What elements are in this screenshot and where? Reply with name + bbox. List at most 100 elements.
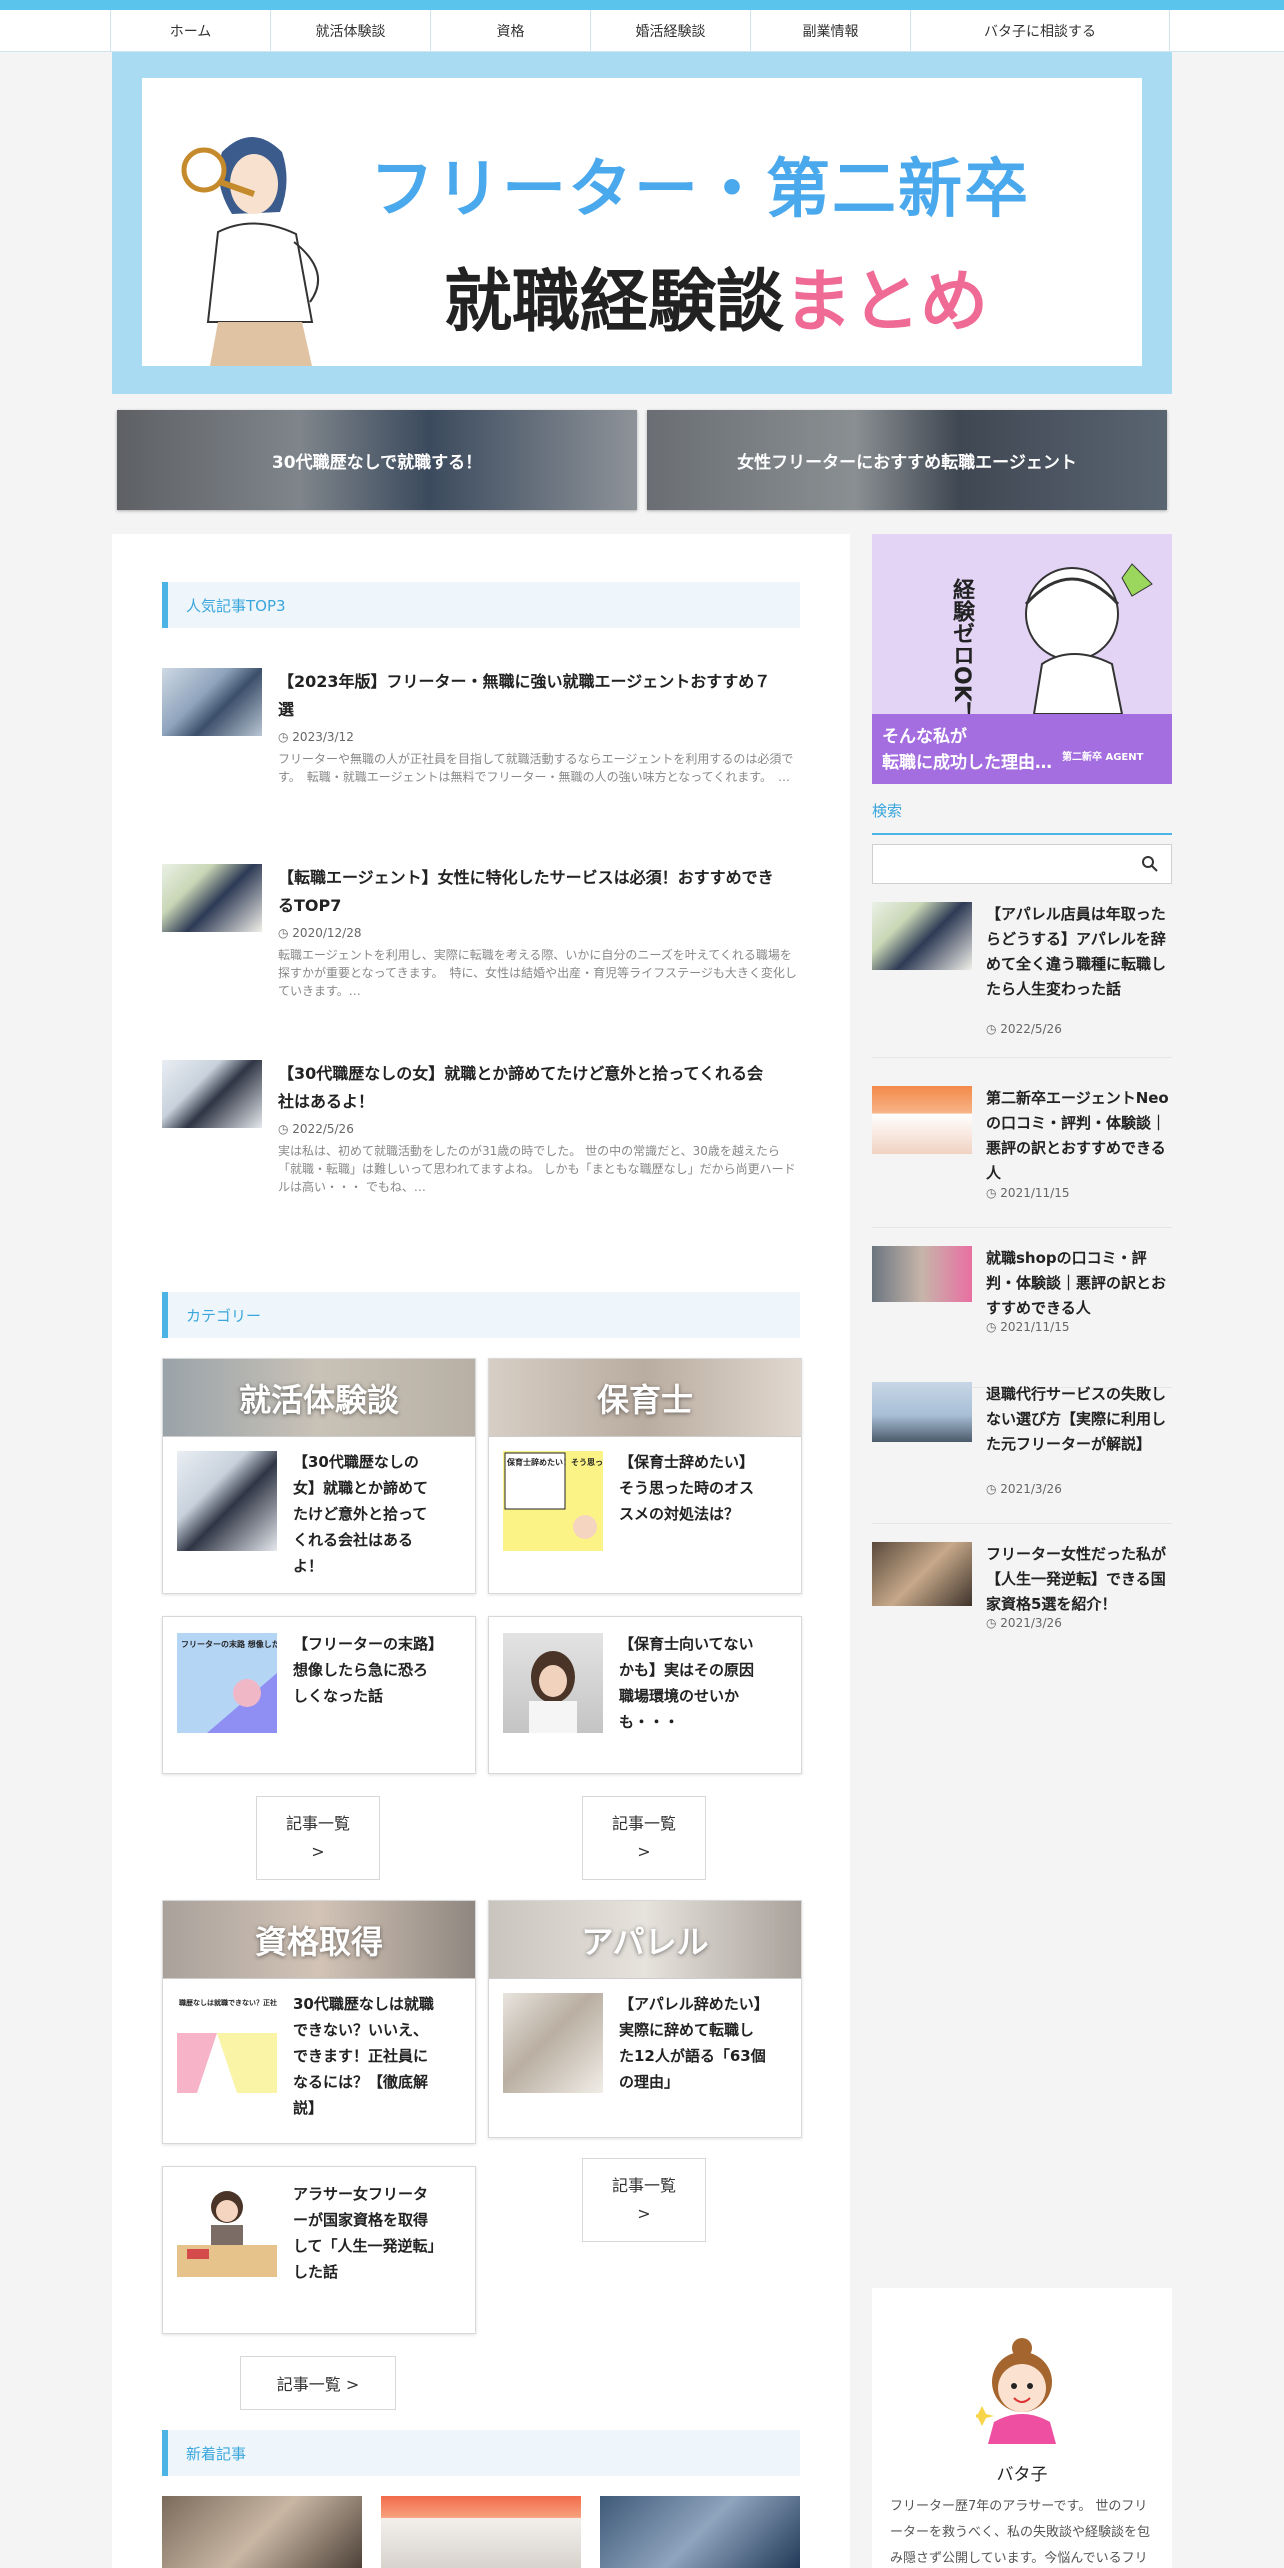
hero-inner: フリーター・第二新卒 就職経験談まとめ bbox=[142, 78, 1142, 366]
article-title[interactable]: 【アパレル辞めたい】実際に辞めて転職した12人が語る「63個の理由」 bbox=[619, 1991, 767, 2095]
article-title[interactable]: 【保育士向いてないかも】実はその原因職場環境のせいかも・・・ bbox=[619, 1631, 767, 1735]
new-articles-section-heading: 新着記事 bbox=[162, 2430, 800, 2476]
clock-icon: ◷ bbox=[986, 1482, 1001, 1496]
new-article-thumbnail-3[interactable] bbox=[600, 2496, 800, 2568]
more-articles-button[interactable]: 記事一覧 > bbox=[582, 2158, 706, 2242]
article-thumbnail[interactable] bbox=[503, 1993, 603, 2093]
category-card-nursery[interactable]: 保育士 保育士辞めたい！そう思った時のオススメの対処法は？ 【保育士辞めたい】そ… bbox=[488, 1358, 802, 1594]
main-content: 人気記事TOP3 【2023年版】フリーター・無職に強い就職エージェントおすすめ… bbox=[112, 534, 850, 2568]
nav-item-job-experience[interactable]: 就活体験談 bbox=[270, 10, 430, 52]
category-header[interactable]: アパレル bbox=[489, 1901, 801, 1979]
popular-article-3[interactable]: 【30代職歴なしの女】就職とか諦めてたけど意外と拾ってくれる会社はあるよ！ ◷ … bbox=[162, 1060, 802, 1200]
category-card-job-experience[interactable]: 就活体験談 【30代職歴なしの女】就職とか諦めてたけど意外と拾ってくれる会社はあ… bbox=[162, 1358, 476, 1594]
search-input[interactable] bbox=[879, 851, 1119, 877]
svg-text:職歴なしは就職できない？正社員になるには？: 職歴なしは就職できない？正社員になるには？ bbox=[179, 1998, 277, 2007]
bata-ko-avatar bbox=[976, 2338, 1056, 2444]
qualification-thumbnail-art: 職歴なしは就職できない？正社員になるには？ bbox=[177, 1998, 326, 2093]
article-excerpt: フリーターや無職の人が正社員を目指して就職活動するならエージェントを利用するのは… bbox=[278, 752, 794, 784]
sidebar-ad-banner[interactable]: 経験ゼロOK！ そんな私が 転職に成功した理由… 第二新卒 AGENT bbox=[872, 534, 1172, 784]
article-thumbnail[interactable] bbox=[872, 1086, 972, 1154]
article-title[interactable]: 【30代職歴なしの女】就職とか諦めてたけど意外と拾ってくれる会社はあるよ！ bbox=[278, 1060, 778, 1116]
global-nav: ホーム 就活体験談 資格 婚活経験談 副業情報 バタ子に相談する bbox=[0, 10, 1284, 52]
clock-icon: ◷ bbox=[986, 1616, 1001, 1630]
nav-item-home[interactable]: ホーム bbox=[110, 10, 270, 52]
article-thumbnail[interactable] bbox=[503, 1633, 603, 1733]
article-thumbnail[interactable] bbox=[872, 902, 972, 970]
hero-title-line1: フリーター・第二新卒 bbox=[370, 153, 1030, 227]
nav-item-marriage[interactable]: 婚活経験談 bbox=[590, 10, 750, 52]
clock-icon: ◷ bbox=[986, 1022, 1001, 1036]
category-card-apparel[interactable]: アパレル 【アパレル辞めたい】実際に辞めて転職した12人が語る「63個の理由」 bbox=[488, 1900, 802, 2138]
thinking-woman-illustration bbox=[1024, 563, 1153, 714]
article-thumbnail[interactable]: フリーターの末路 想像したら急に恐ろしくなった話 bbox=[177, 1633, 368, 1733]
article-excerpt: 転職エージェントを利用し、実際に転職を考える際、いかに自分のニーズを叶えてくれる… bbox=[278, 948, 797, 998]
article-date: ◷ 2022/5/26 bbox=[278, 1122, 354, 1136]
article-date: ◷ 2021/3/26 bbox=[986, 1616, 1062, 1630]
new-article-thumbnail-2[interactable] bbox=[381, 2496, 581, 2568]
article-title[interactable]: 30代職歴なしは就職できない？いいえ、できます！正社員になるには？【徹底解説】 bbox=[293, 1991, 441, 2121]
article-title[interactable]: 第二新卒エージェントNeoの口コミ・評判・体験談｜悪評の訳とおすすめできる人 bbox=[986, 1086, 1172, 1186]
clock-icon: ◷ bbox=[278, 1122, 293, 1136]
article-thumbnail[interactable] bbox=[162, 864, 262, 932]
article-title[interactable]: 退職代行サービスの失敗しない選び方【実際に利用した元フリーターが解説】 bbox=[986, 1382, 1172, 1457]
article-title[interactable]: 【アパレル店員は年取ったらどうする】アパレルを辞めて全く違う職種に転職したら人生… bbox=[986, 902, 1172, 1002]
article-thumbnail[interactable] bbox=[872, 1542, 972, 1606]
nav-item-side-job[interactable]: 副業情報 bbox=[750, 10, 910, 52]
category-article-card[interactable]: フリーターの末路 想像したら急に恐ろしくなった話 【フリーターの末路】想像したら… bbox=[162, 1616, 476, 1774]
woman-with-magnifier-illustration bbox=[181, 137, 319, 366]
sidebar-article[interactable]: 就職shopの口コミ・評判・体験談｜悪評の訳とおすすめできる人 ◷ 2021/1… bbox=[872, 1246, 1172, 1388]
article-thumbnail[interactable] bbox=[872, 1246, 972, 1302]
article-thumbnail[interactable] bbox=[872, 1382, 972, 1442]
article-date: ◷ 2023/3/12 bbox=[278, 730, 354, 744]
new-article-thumbnail-1[interactable] bbox=[162, 2496, 362, 2568]
clock-icon: ◷ bbox=[986, 1320, 1001, 1334]
article-thumbnail[interactable]: 職歴なしは就職できない？正社員になるには？ bbox=[177, 1993, 326, 2093]
article-title[interactable]: アラサー女フリーターが国家資格を取得して「人生一発逆転」した話 bbox=[293, 2181, 441, 2285]
profile-name: バタ子 bbox=[996, 2465, 1048, 2485]
popular-article-2[interactable]: 【転職エージェント】女性に特化したサービスは必須！おすすめできるTOP7 ◷ 2… bbox=[162, 864, 802, 1004]
category-section-heading: カテゴリー bbox=[162, 1292, 800, 1338]
category-card-qualification[interactable]: 資格取得 職歴なしは就職できない？正社員になるには？ 30代職歴なしは就職できな… bbox=[162, 1900, 476, 2144]
article-title[interactable]: フリーター女性だった私が【人生一発逆転】できる国家資格5選を紹介！ bbox=[986, 1542, 1172, 1617]
svg-text:フリーターの末路 想像したら急に恐ろしくなった話: フリーターの末路 想像したら急に恐ろしくなった話 bbox=[181, 1639, 277, 1649]
popular-article-1[interactable]: 【2023年版】フリーター・無職に強い就職エージェントおすすめ７選 ◷ 2023… bbox=[162, 668, 802, 808]
article-title[interactable]: 【保育士辞めたい】そう思った時のオススメの対処法は？ bbox=[619, 1449, 767, 1527]
article-thumbnail[interactable] bbox=[177, 1451, 277, 1551]
article-thumbnail[interactable] bbox=[162, 1060, 262, 1128]
search-icon[interactable] bbox=[1141, 855, 1159, 873]
category-header[interactable]: 保育士 bbox=[489, 1359, 801, 1437]
article-title[interactable]: 【30代職歴なしの女】就職とか諦めてたけど意外と拾ってくれる会社はあるよ！ bbox=[293, 1449, 441, 1579]
more-articles-button[interactable]: 記事一覧 > bbox=[582, 1796, 706, 1880]
category-header[interactable]: 就活体験談 bbox=[163, 1359, 475, 1437]
category-header[interactable]: 資格取得 bbox=[163, 1901, 475, 1979]
article-title[interactable]: 【フリーターの末路】想像したら急に恐ろしくなった話 bbox=[293, 1631, 441, 1709]
feature-banner-30s-no-career[interactable]: 30代職歴なしで就職する！ bbox=[117, 410, 637, 510]
category-article-card[interactable]: 【保育士向いてないかも】実はその原因職場環境のせいかも・・・ bbox=[488, 1616, 802, 1774]
clock-icon: ◷ bbox=[278, 730, 293, 744]
hero-banner[interactable]: フリーター・第二新卒 就職経験談まとめ bbox=[112, 52, 1172, 394]
crying-woman-thumbnail-art bbox=[529, 1651, 577, 1733]
search-heading: 検索 bbox=[872, 800, 1172, 835]
feature-banner-women-agent[interactable]: 女性フリーターにおすすめ転職エージェント bbox=[647, 410, 1167, 510]
sidebar-article[interactable]: 退職代行サービスの失敗しない選び方【実際に利用した元フリーターが解説】 ◷ 20… bbox=[872, 1382, 1172, 1524]
article-title[interactable]: 【2023年版】フリーター・無職に強い就職エージェントおすすめ７選 bbox=[278, 668, 778, 724]
nav-item-consult[interactable]: バタ子に相談する bbox=[910, 10, 1170, 52]
article-title[interactable]: 就職shopの口コミ・評判・体験談｜悪評の訳とおすすめできる人 bbox=[986, 1246, 1172, 1321]
article-thumbnail[interactable] bbox=[177, 2183, 277, 2283]
article-date: ◷ 2020/12/28 bbox=[278, 926, 362, 940]
hero-title-line2: 就職経験談まとめ bbox=[444, 263, 989, 342]
category-article-card[interactable]: アラサー女フリーターが国家資格を取得して「人生一発逆転」した話 bbox=[162, 2166, 476, 2334]
nav-item-qualification[interactable]: 資格 bbox=[430, 10, 590, 52]
article-thumbnail[interactable]: 保育士辞めたい！そう思った時のオススメの対処法は？ bbox=[503, 1451, 707, 1551]
article-date: ◷ 2021/3/26 bbox=[986, 1482, 1062, 1496]
popular-section-heading: 人気記事TOP3 bbox=[162, 582, 800, 628]
article-thumbnail[interactable] bbox=[162, 668, 262, 736]
more-articles-button[interactable]: 記事一覧 > bbox=[256, 1796, 380, 1880]
article-title[interactable]: 【転職エージェント】女性に特化したサービスは必須！おすすめできるTOP7 bbox=[278, 864, 778, 920]
more-articles-button[interactable]: 記事一覧 > bbox=[240, 2356, 396, 2410]
sidebar-article[interactable]: 【アパレル店員は年取ったらどうする】アパレルを辞めて全く違う職種に転職したら人生… bbox=[872, 902, 1172, 1058]
woman-at-desk-thumbnail-art bbox=[177, 2191, 277, 2277]
sidebar-article[interactable]: 第二新卒エージェントNeoの口コミ・評判・体験談｜悪評の訳とおすすめできる人 ◷… bbox=[872, 1086, 1172, 1228]
clock-icon: ◷ bbox=[278, 926, 293, 940]
sidebar-article[interactable]: フリーター女性だった私が【人生一発逆転】できる国家資格5選を紹介！ ◷ 2021… bbox=[872, 1542, 1172, 1658]
